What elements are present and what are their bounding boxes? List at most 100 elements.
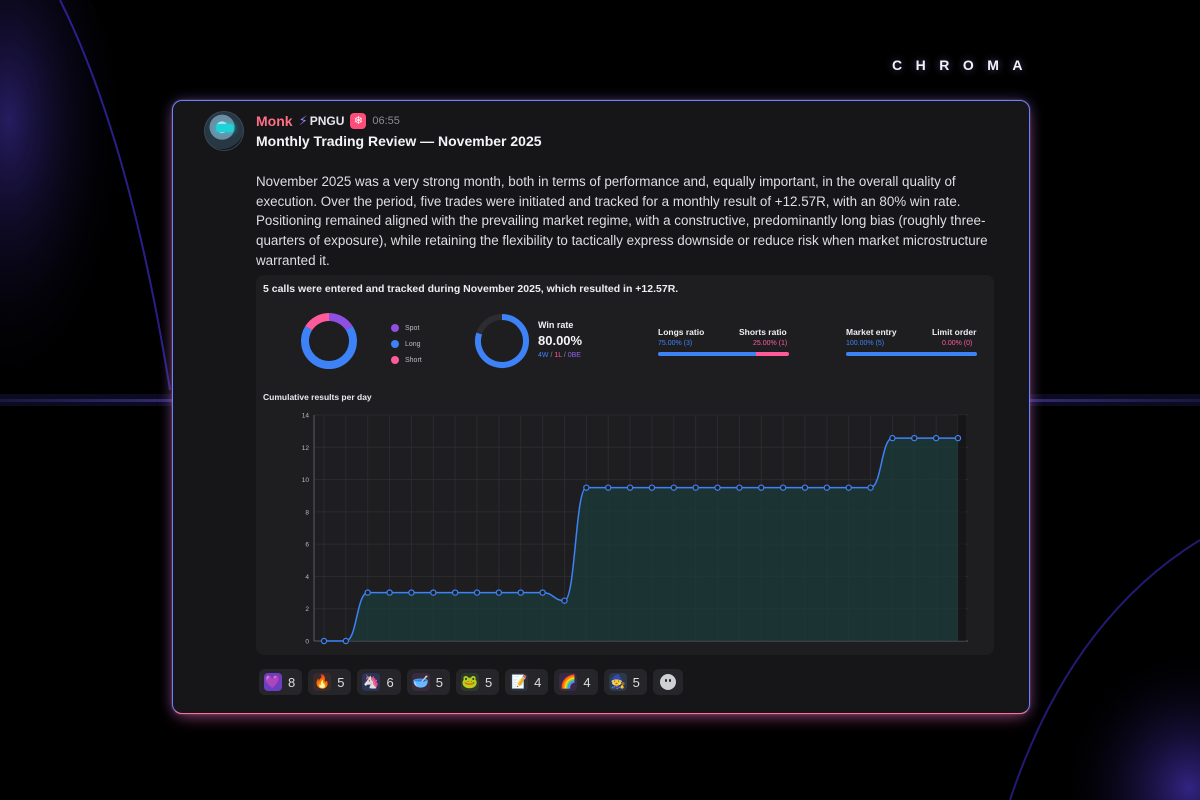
data-point bbox=[517, 589, 524, 596]
purple-heart-icon: 💜 bbox=[264, 673, 282, 691]
avatar[interactable] bbox=[204, 111, 244, 151]
panel-headline: 5 calls were entered and tracked during … bbox=[263, 283, 679, 295]
y-tick-label: 4 bbox=[305, 574, 309, 581]
message-title: Monthly Trading Review — November 2025 bbox=[256, 133, 542, 149]
reaction-count: 5 bbox=[484, 674, 493, 690]
y-tick-label: 12 bbox=[302, 445, 310, 452]
timestamp: 06:55 bbox=[372, 115, 400, 127]
reaction-count: 4 bbox=[583, 674, 591, 690]
distribution-legend: Spot Long Short bbox=[391, 320, 422, 368]
data-point bbox=[320, 637, 328, 645]
market-segment bbox=[846, 352, 977, 356]
fire-icon: 🔥 bbox=[313, 673, 332, 691]
breakeven-count: 0BE bbox=[567, 352, 581, 359]
author-name[interactable]: Monk bbox=[256, 113, 293, 129]
market-entry-value: 100.00% (5) bbox=[846, 340, 885, 347]
data-point bbox=[495, 589, 503, 596]
reaction-unicorn[interactable]: 🦄 6 bbox=[357, 669, 401, 695]
y-tick-label: 0 bbox=[305, 639, 309, 646]
tag-label: PNGU bbox=[309, 114, 345, 128]
series-area bbox=[324, 438, 958, 641]
winrate-label: Win rate bbox=[538, 320, 574, 330]
legend-item-spot: Spot bbox=[391, 320, 422, 336]
legend-dot bbox=[391, 340, 399, 348]
data-point bbox=[364, 589, 371, 596]
losses-count: 1L bbox=[554, 352, 562, 359]
data-point bbox=[386, 589, 393, 596]
reactions-bar: 💜 8 🔥 5 🦄 6 🥣 5 🐸 5 📝 4 🌈 4 🧙 5 bbox=[259, 669, 683, 695]
data-point bbox=[583, 484, 590, 491]
data-point bbox=[626, 484, 634, 491]
data-point bbox=[342, 637, 350, 645]
data-point bbox=[867, 484, 874, 491]
legend-item-long: Long bbox=[391, 336, 422, 352]
reaction-purple-heart[interactable]: 💜 8 bbox=[259, 669, 303, 695]
data-point bbox=[932, 434, 940, 442]
pepe-wizard-icon: 🧙 bbox=[608, 673, 627, 691]
long-segment bbox=[658, 352, 757, 356]
shorts-ratio-value: 25.00% (1) bbox=[753, 340, 788, 347]
data-point bbox=[430, 589, 437, 596]
data-point bbox=[889, 434, 896, 442]
donut-slice-long bbox=[301, 326, 357, 369]
message-header: Monk ⚡ PNGU ❄ 06:55 bbox=[256, 113, 400, 129]
donut-slice-spot bbox=[328, 313, 353, 331]
limit-order-label: Limit order bbox=[932, 327, 977, 337]
data-point bbox=[408, 589, 415, 596]
entry-type-bar bbox=[846, 352, 977, 356]
data-point bbox=[823, 484, 831, 491]
pepe-icon: 🐸 bbox=[460, 673, 479, 691]
legend-item-short: Short bbox=[391, 352, 422, 368]
short-segment bbox=[756, 352, 789, 356]
reaction-memo[interactable]: 📝 4 bbox=[505, 669, 549, 695]
reaction-fire[interactable]: 🔥 5 bbox=[308, 669, 352, 695]
data-point bbox=[561, 597, 568, 604]
data-point bbox=[801, 484, 809, 491]
add-reaction-button[interactable] bbox=[652, 669, 683, 695]
wins-count: 4W bbox=[538, 352, 549, 359]
rainbow-cat-icon: 🌈 bbox=[559, 673, 578, 691]
winrate-breakdown: 4W / 1L / 0BE bbox=[538, 352, 581, 359]
legend-label: Long bbox=[405, 340, 421, 348]
shorts-ratio-label: Shorts ratio bbox=[739, 327, 787, 337]
legend-dot bbox=[391, 324, 399, 332]
y-tick-label: 2 bbox=[305, 606, 309, 613]
chart-title: Cumulative results per day bbox=[263, 392, 372, 402]
reaction-count: 5 bbox=[337, 674, 345, 690]
winrate-value: 80.00% bbox=[538, 333, 583, 348]
unicorn-icon: 🦄 bbox=[362, 673, 381, 691]
user-tag: ⚡ PNGU bbox=[299, 113, 345, 129]
reaction-bowl[interactable]: 🥣 5 bbox=[406, 669, 450, 695]
y-tick-label: 6 bbox=[305, 542, 309, 549]
message-body: November 2025 was a very strong month, b… bbox=[256, 174, 988, 268]
reaction-pepe-wizard[interactable]: 🧙 5 bbox=[603, 669, 647, 695]
longs-ratio-value: 75.00% (3) bbox=[658, 340, 693, 347]
data-point bbox=[539, 589, 546, 596]
reaction-count: 5 bbox=[435, 674, 443, 690]
data-point bbox=[714, 484, 721, 491]
data-point bbox=[758, 484, 765, 491]
smiley-icon bbox=[659, 674, 676, 690]
data-point bbox=[605, 484, 612, 491]
data-point bbox=[845, 484, 852, 491]
reaction-count: 6 bbox=[386, 674, 394, 690]
brand-logo: CHROMA bbox=[892, 57, 1036, 73]
data-point bbox=[736, 484, 743, 491]
limit-order-value: 0.00% (0) bbox=[942, 340, 973, 347]
data-point bbox=[911, 434, 918, 442]
winrate-donut bbox=[475, 314, 529, 368]
bowl-icon: 🥣 bbox=[411, 673, 430, 691]
snowflake-icon: ❄ bbox=[350, 113, 367, 129]
chart-end-shade bbox=[958, 415, 966, 641]
donut-slice-short bbox=[305, 313, 330, 331]
data-point bbox=[954, 434, 962, 442]
data-point bbox=[670, 484, 677, 491]
cumulative-line-chart: 0 2 4 6 8 10 12 14 bbox=[302, 413, 968, 646]
reaction-rainbow-cat[interactable]: 🌈 4 bbox=[554, 669, 598, 695]
legend-label: Short bbox=[405, 356, 422, 364]
y-tick-label: 8 bbox=[305, 509, 309, 516]
distribution-donut bbox=[301, 313, 357, 369]
message-card: Monk ⚡ PNGU ❄ 06:55 Monthly Trading Revi… bbox=[172, 100, 1030, 714]
data-point bbox=[648, 484, 656, 491]
reaction-pepe[interactable]: 🐸 5 bbox=[455, 669, 500, 695]
